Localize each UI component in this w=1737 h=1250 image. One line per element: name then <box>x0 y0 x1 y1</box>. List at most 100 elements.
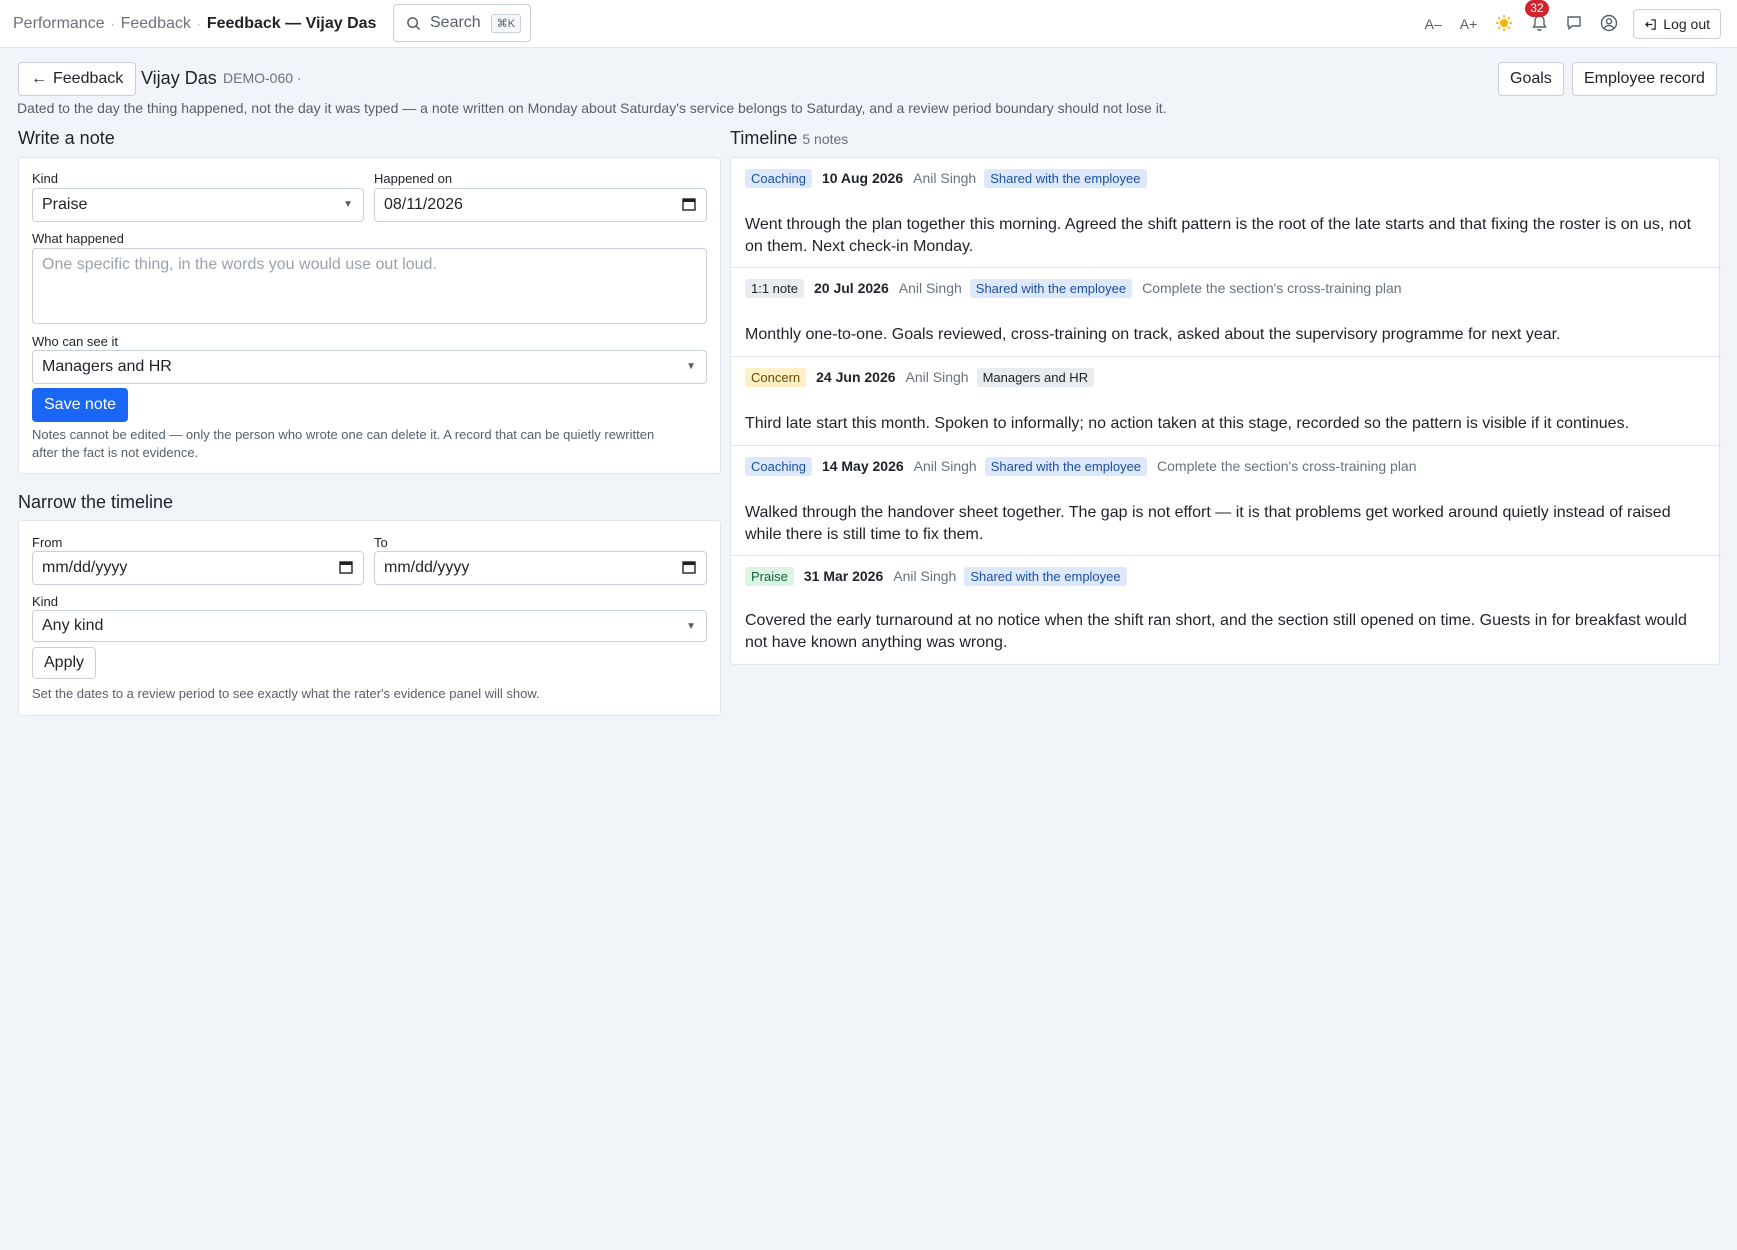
page-intro: Dated to the day the thing happened, not… <box>17 100 1167 116</box>
happened-on-value: 08/11/2026 <box>384 196 463 213</box>
breadcrumb-feedback[interactable]: Feedback <box>121 15 191 33</box>
employee-record-button[interactable]: Employee record <box>1572 62 1717 96</box>
note-author: Anil Singh <box>905 369 969 385</box>
theme-toggle-button[interactable] <box>1495 14 1513 35</box>
breadcrumb-current: Feedback — Vijay Das <box>206 15 377 32</box>
employee-code: DEMO-060 · <box>223 70 302 86</box>
arrow-left-icon: ← <box>31 70 47 87</box>
calendar-icon[interactable] <box>339 560 353 577</box>
write-note-title: Write a note <box>18 128 115 148</box>
note-author: Anil Singh <box>913 458 977 474</box>
note-author: Anil Singh <box>893 568 957 584</box>
visibility-badge: Shared with the employee <box>984 168 1147 188</box>
kind-badge: Coaching <box>745 168 812 188</box>
note-body: Walked through the handover sheet togeth… <box>745 504 1671 543</box>
logout-button[interactable]: Log out <box>1633 9 1721 39</box>
from-label: From <box>32 535 63 550</box>
timeline-item: Concern 24 Jun 2026 Anil Singh Managers … <box>731 357 1721 446</box>
note-date: 14 May 2026 <box>821 458 904 474</box>
note-body: Monthly one-to-one. Goals reviewed, cros… <box>745 326 1561 343</box>
visibility-select-value: Managers and HR <box>42 358 172 375</box>
timeline-item: Praise 31 Mar 2026 Anil Singh Shared wit… <box>731 556 1721 664</box>
note-author: Anil Singh <box>898 280 962 296</box>
happened-on-label: Happened on <box>374 171 453 186</box>
happened-on-input[interactable]: 08/11/2026 <box>374 188 707 222</box>
messages-button[interactable] <box>1566 15 1582 34</box>
note-body: Went through the plan together this morn… <box>745 216 1692 255</box>
filter-kind-value: Any kind <box>42 617 104 634</box>
notifications-button[interactable]: 32 <box>1525 0 1549 35</box>
note-date: 31 Mar 2026 <box>803 568 884 584</box>
what-happened-textarea[interactable]: One specific thing, in the words you wou… <box>32 248 707 324</box>
filter-kind-select[interactable]: Any kind ▼ <box>32 610 707 642</box>
filter-kind-label: Kind <box>32 594 59 609</box>
visibility-badge: Shared with the employee <box>984 456 1148 476</box>
from-date-input[interactable]: mm/dd/yyyy <box>32 551 364 585</box>
timeline-count: 5 notes <box>802 131 849 147</box>
goals-button[interactable]: Goals <box>1498 62 1564 96</box>
kind-badge: Praise <box>745 566 794 586</box>
breadcrumb-performance[interactable]: Performance <box>13 15 105 33</box>
notification-count-badge: 32 <box>1525 0 1549 17</box>
who-can-see-label: Who can see it <box>32 334 118 349</box>
search-shortcut: ⌘K <box>490 13 522 33</box>
font-smaller-button[interactable]: A– <box>1425 16 1442 32</box>
logout-label: Log out <box>1663 16 1710 32</box>
chevron-down-icon: ▼ <box>686 621 696 632</box>
write-note-card: Kind Praise ▼ Happened on 08/11/2026 Wha… <box>18 157 721 474</box>
note-body: Covered the early turnaround at no notic… <box>745 612 1687 651</box>
narrow-help: Set the dates to a review period to see … <box>32 686 540 701</box>
note-body: Third late start this month. Spoken to i… <box>745 415 1630 432</box>
note-date: 10 Aug 2026 <box>821 170 904 186</box>
to-date-value: mm/dd/yyyy <box>384 559 470 576</box>
timeline-item: 1:1 note 20 Jul 2026 Anil Singh Shared w… <box>731 268 1721 357</box>
breadcrumb-separator: · <box>110 17 115 31</box>
timeline-title: Timeline 5 notes <box>730 128 848 149</box>
calendar-icon[interactable] <box>682 197 696 214</box>
user-circle-icon <box>1601 14 1618 31</box>
sun-icon <box>1496 14 1513 31</box>
back-label: Feedback <box>53 70 124 87</box>
to-label: To <box>374 535 388 550</box>
kind-badge: Coaching <box>745 456 812 476</box>
chevron-down-icon: ▼ <box>686 361 696 372</box>
timeline-title-text: Timeline <box>730 128 798 148</box>
chevron-down-icon: ▼ <box>343 199 353 210</box>
visibility-badge: Shared with the employee <box>964 566 1127 586</box>
search-button[interactable]: Search ⌘K <box>393 4 531 42</box>
what-happened-label: What happened <box>32 231 124 246</box>
note-date: 20 Jul 2026 <box>814 280 889 296</box>
breadcrumb-separator: · <box>196 17 201 31</box>
linked-goal: Complete the section's cross-training pl… <box>1142 280 1402 296</box>
profile-button[interactable] <box>1600 14 1618 35</box>
note-date: 24 Jun 2026 <box>816 369 896 385</box>
timeline-card: Coaching 10 Aug 2026 Anil Singh Shared w… <box>730 157 1721 665</box>
search-label: Search <box>430 14 481 31</box>
kind-select-value: Praise <box>42 196 88 213</box>
kind-label: Kind <box>32 171 59 186</box>
visibility-badge: Managers and HR <box>976 367 1095 387</box>
calendar-icon[interactable] <box>682 560 696 577</box>
save-note-button[interactable]: Save note <box>32 388 129 422</box>
kind-badge: Concern <box>745 367 807 387</box>
chat-icon <box>1567 15 1581 30</box>
linked-goal: Complete the section's cross-training pl… <box>1157 458 1417 474</box>
kind-badge: 1:1 note <box>745 278 804 298</box>
narrow-timeline-card: From mm/dd/yyyy To mm/dd/yyyy Kind Any k… <box>18 520 721 716</box>
visibility-badge: Shared with the employee <box>969 278 1133 298</box>
logout-icon <box>1645 18 1657 30</box>
kind-select[interactable]: Praise ▼ <box>32 188 364 222</box>
narrow-timeline-title: Narrow the timeline <box>18 492 174 512</box>
font-larger-button[interactable]: A+ <box>1460 16 1478 32</box>
employee-name: Vijay Das <box>141 68 217 88</box>
from-date-value: mm/dd/yyyy <box>42 559 128 576</box>
note-author: Anil Singh <box>913 170 977 186</box>
save-note-help: Notes cannot be edited — only the person… <box>32 427 655 460</box>
apply-button[interactable]: Apply <box>32 647 97 679</box>
back-to-feedback-button[interactable]: ← Feedback <box>18 62 137 96</box>
search-icon <box>407 16 421 30</box>
visibility-select[interactable]: Managers and HR ▼ <box>32 350 707 384</box>
to-date-input[interactable]: mm/dd/yyyy <box>374 551 707 585</box>
timeline-item: Coaching 10 Aug 2026 Anil Singh Shared w… <box>731 158 1721 268</box>
breadcrumb: Performance · Feedback · Feedback — Vija… <box>13 0 376 48</box>
